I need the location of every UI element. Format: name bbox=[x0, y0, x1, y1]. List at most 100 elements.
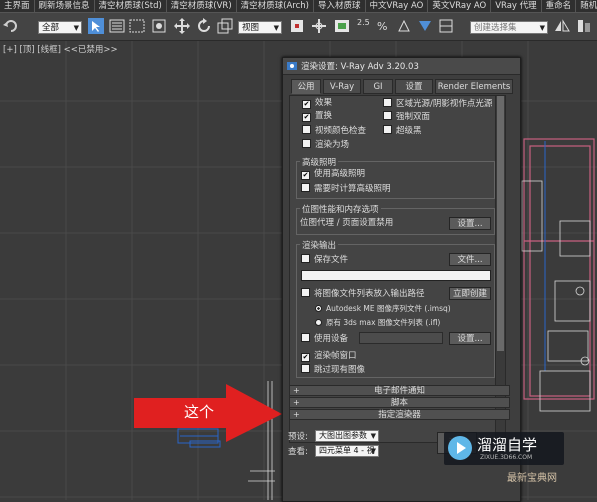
radio-autodesk-imsq[interactable]: Autodesk ME 图像序列文件 (.imsq) bbox=[315, 303, 451, 314]
scrollbar-thumb[interactable] bbox=[497, 96, 504, 351]
option-super-black[interactable]: 超级黑 bbox=[383, 125, 422, 137]
mirror-icon[interactable] bbox=[553, 17, 571, 35]
percent-snap-icon[interactable]: % bbox=[375, 17, 393, 35]
viewport-label[interactable]: [+] [顶] [线框] <<已禁用>> bbox=[3, 43, 118, 55]
main-toolbar: 全部 ▼ 视图 ▼ 2.5 % 创建选择集 ▼ bbox=[0, 13, 597, 41]
output-path-field[interactable] bbox=[301, 270, 491, 281]
option-render-frame-window[interactable]: ✔ 渲染帧窗口 bbox=[301, 351, 357, 362]
named-selection-icon[interactable] bbox=[437, 17, 455, 35]
option-effects[interactable]: ✔ 效果 bbox=[302, 98, 332, 109]
watermark-subtext: 最新宝典网 bbox=[507, 473, 557, 484]
angle-snap-value[interactable]: 2.5 bbox=[357, 18, 370, 27]
group-advanced-lighting: 高级照明 ✔ 使用高级照明 需要时计算高级照明 bbox=[296, 156, 495, 199]
play-logo-icon bbox=[448, 436, 472, 460]
pivot-center-icon[interactable] bbox=[288, 17, 306, 35]
checkbox[interactable] bbox=[383, 125, 392, 134]
menu-item[interactable]: 刷新场景信息 bbox=[35, 0, 95, 12]
tab-gi[interactable]: GI bbox=[363, 79, 393, 94]
render-frame-icon[interactable] bbox=[333, 17, 351, 35]
option-put-image-list[interactable]: 将图像文件列表放入输出路径 bbox=[301, 288, 425, 300]
rotate-icon[interactable] bbox=[195, 17, 213, 35]
tab-settings[interactable]: 设置 bbox=[395, 79, 433, 94]
scale-icon[interactable] bbox=[216, 17, 234, 35]
checkbox[interactable] bbox=[302, 139, 311, 148]
group-render-output: 渲染输出 保存文件 文件... 将图像文件列表放入输出路径 立即创建 Autod… bbox=[296, 239, 495, 378]
tab-strip: 公用 V-Ray GI 设置 Render Elements bbox=[289, 79, 513, 95]
move-icon[interactable] bbox=[173, 17, 191, 35]
align-icon[interactable] bbox=[575, 17, 593, 35]
option-save-file[interactable]: 保存文件 bbox=[301, 254, 348, 266]
checkbox[interactable] bbox=[301, 183, 310, 192]
svg-text:%: % bbox=[377, 20, 387, 33]
selection-set-combo[interactable]: 创建选择集 ▼ bbox=[470, 21, 548, 34]
tab-vray[interactable]: V-Ray bbox=[323, 79, 361, 94]
menu-item[interactable]: 主界面 bbox=[0, 0, 35, 12]
checkbox[interactable] bbox=[302, 125, 311, 134]
watermark-logo: 溜溜自学 ZIXUE.3D66.COM bbox=[444, 432, 564, 465]
bitmap-settings-button[interactable]: 设置... bbox=[449, 217, 491, 230]
option-render-to-fields[interactable]: 渲染为场 bbox=[302, 139, 349, 151]
checkbox[interactable] bbox=[383, 111, 392, 120]
select-by-name-icon[interactable] bbox=[108, 17, 126, 35]
option-use-advanced-lighting[interactable]: ✔ 使用高级照明 bbox=[301, 169, 365, 180]
option-skip-existing[interactable]: 跳过现有图像 bbox=[301, 364, 365, 376]
rollout-email-notifications[interactable]: + 电子邮件通知 bbox=[289, 385, 510, 396]
option-use-device[interactable]: 使用设备 bbox=[301, 333, 348, 345]
watermark-brand: 溜溜自学 bbox=[477, 436, 538, 454]
device-setup-button[interactable]: 设置... bbox=[449, 332, 491, 345]
checkbox[interactable]: ✔ bbox=[301, 353, 310, 362]
dialog-title: 渲染设置: V-Ray Adv 3.20.03 bbox=[301, 62, 419, 72]
file-button[interactable]: 文件... bbox=[449, 253, 491, 266]
menu-item[interactable]: VRay 代理 bbox=[491, 0, 542, 12]
plugin-menu-strip: 主界面 刷新场景信息 清空材质球(Std) 清空材质球(VR) 清空材质球(Arch) 导… bbox=[0, 0, 597, 13]
create-now-button[interactable]: 立即创建 bbox=[449, 287, 491, 300]
menu-item[interactable]: 清空材质球(VR) bbox=[167, 0, 237, 12]
view-combo[interactable]: 四元菜单 4 - 视 ▼ bbox=[315, 445, 379, 457]
checkbox[interactable] bbox=[301, 333, 310, 342]
annotation-text: 这个 bbox=[184, 403, 215, 421]
select-manipulate-icon[interactable] bbox=[310, 17, 328, 35]
checkbox[interactable]: ✔ bbox=[302, 100, 311, 109]
option-video-color-check[interactable]: 视频颜色检查 bbox=[302, 125, 366, 137]
menu-item[interactable]: 重命名 bbox=[542, 0, 577, 12]
checkbox[interactable]: ✔ bbox=[302, 113, 311, 122]
window-crossing-icon[interactable] bbox=[150, 17, 168, 35]
menu-item[interactable]: 导入材质球 bbox=[314, 0, 366, 12]
spinner-snap-icon[interactable] bbox=[395, 17, 413, 35]
option-force-2-sided[interactable]: 强制双面 bbox=[383, 111, 430, 123]
preset-combo[interactable]: 大图出图参数 ▼ bbox=[315, 430, 379, 442]
checkbox[interactable]: ✔ bbox=[301, 171, 310, 180]
radio-legacy-ifl[interactable]: 原有 3ds max 图像文件列表 (.ifl) bbox=[315, 317, 440, 328]
rect-selection-icon[interactable] bbox=[128, 17, 146, 35]
rollout-assign-renderer[interactable]: + 指定渲染器 bbox=[289, 409, 510, 420]
checkbox[interactable] bbox=[301, 254, 310, 263]
tab-common[interactable]: 公用 bbox=[291, 79, 321, 94]
menu-item[interactable]: 英文VRay AO bbox=[428, 0, 492, 12]
select-object-icon[interactable] bbox=[87, 17, 105, 35]
dialog-title-bar[interactable]: 渲染设置: V-Ray Adv 3.20.03 bbox=[283, 58, 520, 75]
reference-coordinate-combo[interactable]: 视图 ▼ bbox=[238, 21, 282, 34]
radio[interactable] bbox=[315, 305, 322, 312]
radio[interactable] bbox=[315, 319, 322, 326]
menu-item[interactable]: 随机操作 bbox=[576, 0, 597, 12]
menu-item[interactable]: 清空材质球(Arch) bbox=[237, 0, 314, 12]
menu-item[interactable]: 清空材质球(Std) bbox=[95, 0, 167, 12]
selection-filter-combo[interactable]: 全部 ▼ bbox=[38, 21, 82, 34]
option-compute-advanced-lighting[interactable]: 需要时计算高级照明 bbox=[301, 183, 391, 195]
rollout-scripts[interactable]: + 脚本 bbox=[289, 397, 510, 408]
bitmap-proxy-status: 位图代理 / 页面设置禁用 bbox=[300, 218, 394, 228]
option-area-lights-as-points[interactable]: 区域光源/阴影视作点光源 bbox=[383, 98, 492, 110]
device-field[interactable] bbox=[359, 332, 443, 344]
preset-label: 预设: bbox=[288, 432, 308, 442]
teapot-icon bbox=[287, 62, 297, 70]
group-bitmap-performance: 位图性能和内存选项 位图代理 / 页面设置禁用 设置... bbox=[296, 203, 495, 235]
checkbox[interactable] bbox=[301, 364, 310, 373]
edit-named-selection-icon[interactable] bbox=[416, 17, 434, 35]
checkbox[interactable] bbox=[301, 288, 310, 297]
tab-render-elements[interactable]: Render Elements bbox=[435, 79, 513, 94]
menu-item[interactable]: 中文VRay AO bbox=[366, 0, 429, 12]
option-displacement[interactable]: ✔ 置换 bbox=[302, 111, 332, 122]
group-title: 高级照明 bbox=[300, 156, 339, 168]
checkbox[interactable] bbox=[383, 98, 392, 107]
undo-icon[interactable] bbox=[2, 17, 20, 35]
